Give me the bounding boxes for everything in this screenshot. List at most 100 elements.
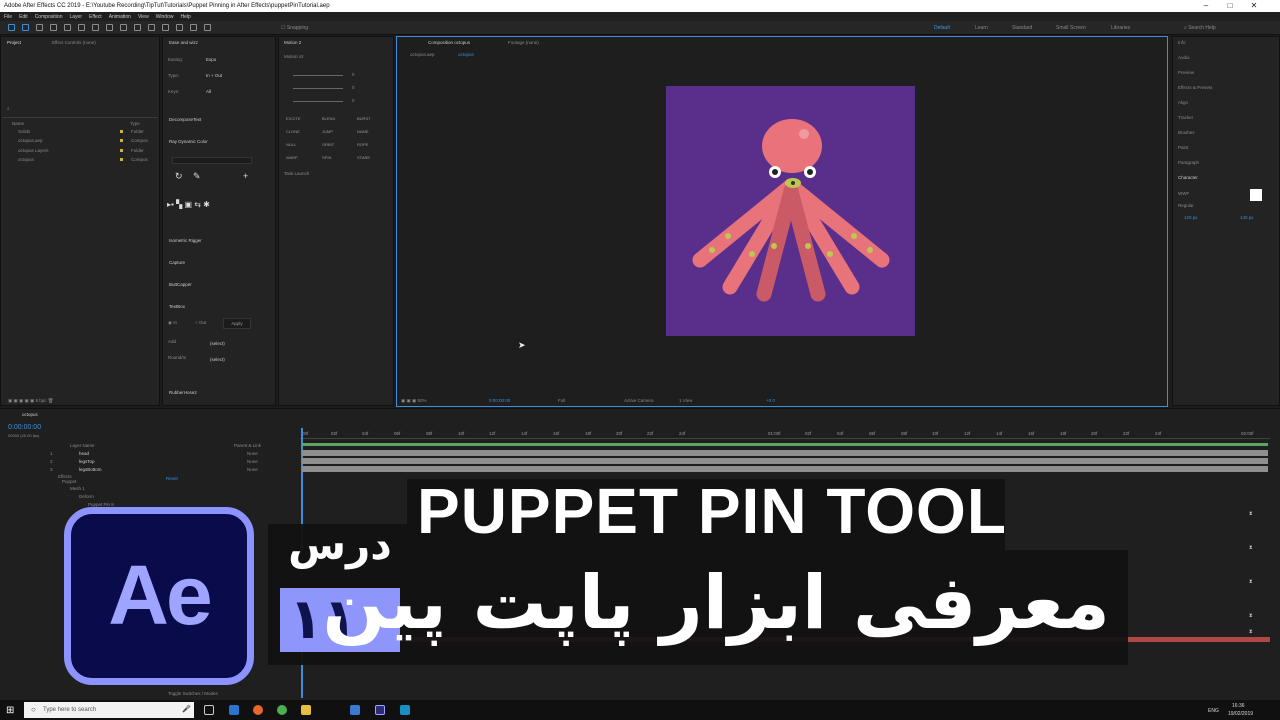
refresh-icon[interactable]: ↻ <box>175 171 183 182</box>
add-dropdown[interactable]: (select) <box>210 341 225 346</box>
breadcrumb-comp-1[interactable]: octopus.aep <box>410 52 435 57</box>
panel-paragraph[interactable]: Paragraph <box>1178 160 1199 165</box>
home-tool-icon[interactable] <box>8 24 15 31</box>
property-deform[interactable]: Deform <box>79 494 94 499</box>
menu-edit[interactable]: Edit <box>19 14 28 20</box>
panel-tracker[interactable]: Tracker <box>1178 115 1193 120</box>
close-button[interactable]: ✕ <box>1244 0 1264 12</box>
task-launch-dropdown[interactable]: Task Launch <box>284 171 309 176</box>
tab-footage[interactable]: Footage (none) <box>508 40 539 45</box>
project-item-name[interactable]: Solids <box>18 129 30 134</box>
chrome-icon[interactable] <box>277 705 287 715</box>
menu-window[interactable]: Window <box>156 14 174 20</box>
in-radio[interactable]: ◉ In <box>168 320 177 326</box>
microphone-icon[interactable]: 🎤 <box>182 705 191 713</box>
motion-burst-button[interactable]: BURST <box>357 116 371 121</box>
tab-composition[interactable]: Composition octopus <box>428 40 470 45</box>
after-effects-taskbar-icon[interactable] <box>375 705 385 715</box>
ray-action-icons[interactable]: ▸▪ ▚ ▣ ⇆ ✱ <box>167 200 210 209</box>
motion-value-1[interactable]: 0 <box>352 72 355 77</box>
project-search-icon[interactable]: ⌕ <box>7 106 10 111</box>
reset-link[interactable]: Reset <box>166 476 178 481</box>
project-footer-icons[interactable]: ▣ ▣ ▣ ▣ ▣ 8 bpc 🗑 <box>8 398 53 404</box>
font-family-dropdown[interactable]: WWF <box>1178 191 1189 196</box>
motion-orbit-button[interactable]: ORBIT <box>322 142 334 147</box>
keys-dropdown[interactable]: All <box>206 89 211 94</box>
puppet-pin-tool-icon[interactable] <box>204 24 211 31</box>
panel-audio[interactable]: Audio <box>1178 55 1190 60</box>
language-indicator[interactable]: ENG <box>1208 708 1219 714</box>
pencil-icon[interactable]: ✎ <box>193 171 201 182</box>
layer-name[interactable]: legsBottom <box>79 467 102 472</box>
menu-help[interactable]: Help <box>180 14 190 20</box>
project-item-name[interactable]: octopus.aep <box>18 138 43 143</box>
motion-jump-button[interactable]: JUMP <box>322 129 333 134</box>
current-time-display[interactable]: 0:00:00:00 <box>489 398 510 403</box>
menu-animation[interactable]: Animation <box>109 14 131 20</box>
taskbar-search-input[interactable]: Type here to search <box>24 702 194 718</box>
plus-icon[interactable]: + <box>243 171 248 181</box>
motion-warp-button[interactable]: WARP <box>286 155 298 160</box>
property-mesh[interactable]: Mesh 1 <box>70 486 85 491</box>
store-icon[interactable] <box>350 705 360 715</box>
leading-value[interactable]: 140 px <box>1240 215 1254 220</box>
panel-brushes[interactable]: Brushes <box>1178 130 1195 135</box>
edge-browser-icon[interactable] <box>229 705 239 715</box>
panel-character[interactable]: Character <box>1178 175 1198 180</box>
motion-excite-button[interactable]: EXCITE <box>286 116 300 121</box>
camera-tool-icon[interactable] <box>78 24 85 31</box>
fill-color-swatch[interactable] <box>1250 189 1262 201</box>
roto-brush-tool-icon[interactable] <box>190 24 197 31</box>
keyframe-icon[interactable]: ⧗ <box>1249 629 1253 635</box>
keyframe-icon[interactable]: ⧗ <box>1249 511 1253 517</box>
layer-track-bar[interactable] <box>302 458 1268 464</box>
menu-layer[interactable]: Layer <box>69 14 82 20</box>
motion-null-button[interactable]: NULL <box>286 142 296 147</box>
easing-dropdown[interactable]: Expo <box>206 57 216 62</box>
motion-name-button[interactable]: NAME <box>357 129 369 134</box>
keyframe-icon[interactable]: ⧗ <box>1249 579 1253 585</box>
motion-slider-2[interactable] <box>293 88 343 89</box>
project-item-name[interactable]: octopus <box>18 157 34 162</box>
firefox-icon[interactable] <box>253 705 263 715</box>
layer-parent[interactable]: None <box>247 459 258 464</box>
rotate-tool-icon[interactable] <box>64 24 71 31</box>
clock-time[interactable]: 16:36 <box>1232 703 1245 709</box>
motion-stare-button[interactable]: STARE <box>357 155 370 160</box>
workspace-libraries[interactable]: Libraries <box>1111 25 1130 31</box>
tab-project[interactable]: Project <box>7 40 21 45</box>
keyframe-icon[interactable]: ⧗ <box>1249 613 1253 619</box>
menu-composition[interactable]: Composition <box>35 14 63 20</box>
motion-blend-button[interactable]: BLEND <box>322 116 335 121</box>
panel-preview[interactable]: Preview <box>1178 70 1194 75</box>
motion-slider-1[interactable] <box>293 75 343 76</box>
workspace-learn[interactable]: Learn <box>975 25 988 31</box>
motion-clone-button[interactable]: CLONE <box>286 129 300 134</box>
motion-value-2[interactable]: 0 <box>352 85 355 90</box>
view-layout-dropdown[interactable]: 1 View <box>679 398 692 403</box>
layer-name[interactable]: head <box>79 451 89 456</box>
out-radio[interactable]: ○ Out <box>195 320 206 325</box>
task-view-icon[interactable] <box>204 705 214 715</box>
selection-tool-icon[interactable] <box>22 24 29 31</box>
color-field[interactable] <box>172 157 252 164</box>
layer-name[interactable]: legsTop <box>79 459 95 464</box>
keyframe-icon[interactable]: ⧗ <box>1249 545 1253 551</box>
menu-effect[interactable]: Effect <box>89 14 102 20</box>
timeline-timecode[interactable]: 0:00:00:00 <box>8 424 41 431</box>
timeline-tab[interactable]: octopus <box>22 412 38 417</box>
workspace-default[interactable]: Default <box>934 25 950 31</box>
clock-date[interactable]: 19/02/2019 <box>1228 711 1253 717</box>
pen-tool-icon[interactable] <box>120 24 127 31</box>
zoom-dropdown[interactable]: 50% <box>418 398 427 403</box>
windows-start-icon[interactable]: ⊞ <box>6 705 14 716</box>
clone-tool-icon[interactable] <box>162 24 169 31</box>
apply-button[interactable]: Apply <box>223 318 251 329</box>
eraser-tool-icon[interactable] <box>176 24 183 31</box>
maximize-button[interactable]: □ <box>1220 0 1240 12</box>
app-taskbar-icon[interactable] <box>400 705 410 715</box>
camera-dropdown[interactable]: Active Camera <box>624 398 654 403</box>
zoom-tool-icon[interactable] <box>50 24 57 31</box>
menu-file[interactable]: File <box>4 14 12 20</box>
hand-tool-icon[interactable] <box>36 24 43 31</box>
